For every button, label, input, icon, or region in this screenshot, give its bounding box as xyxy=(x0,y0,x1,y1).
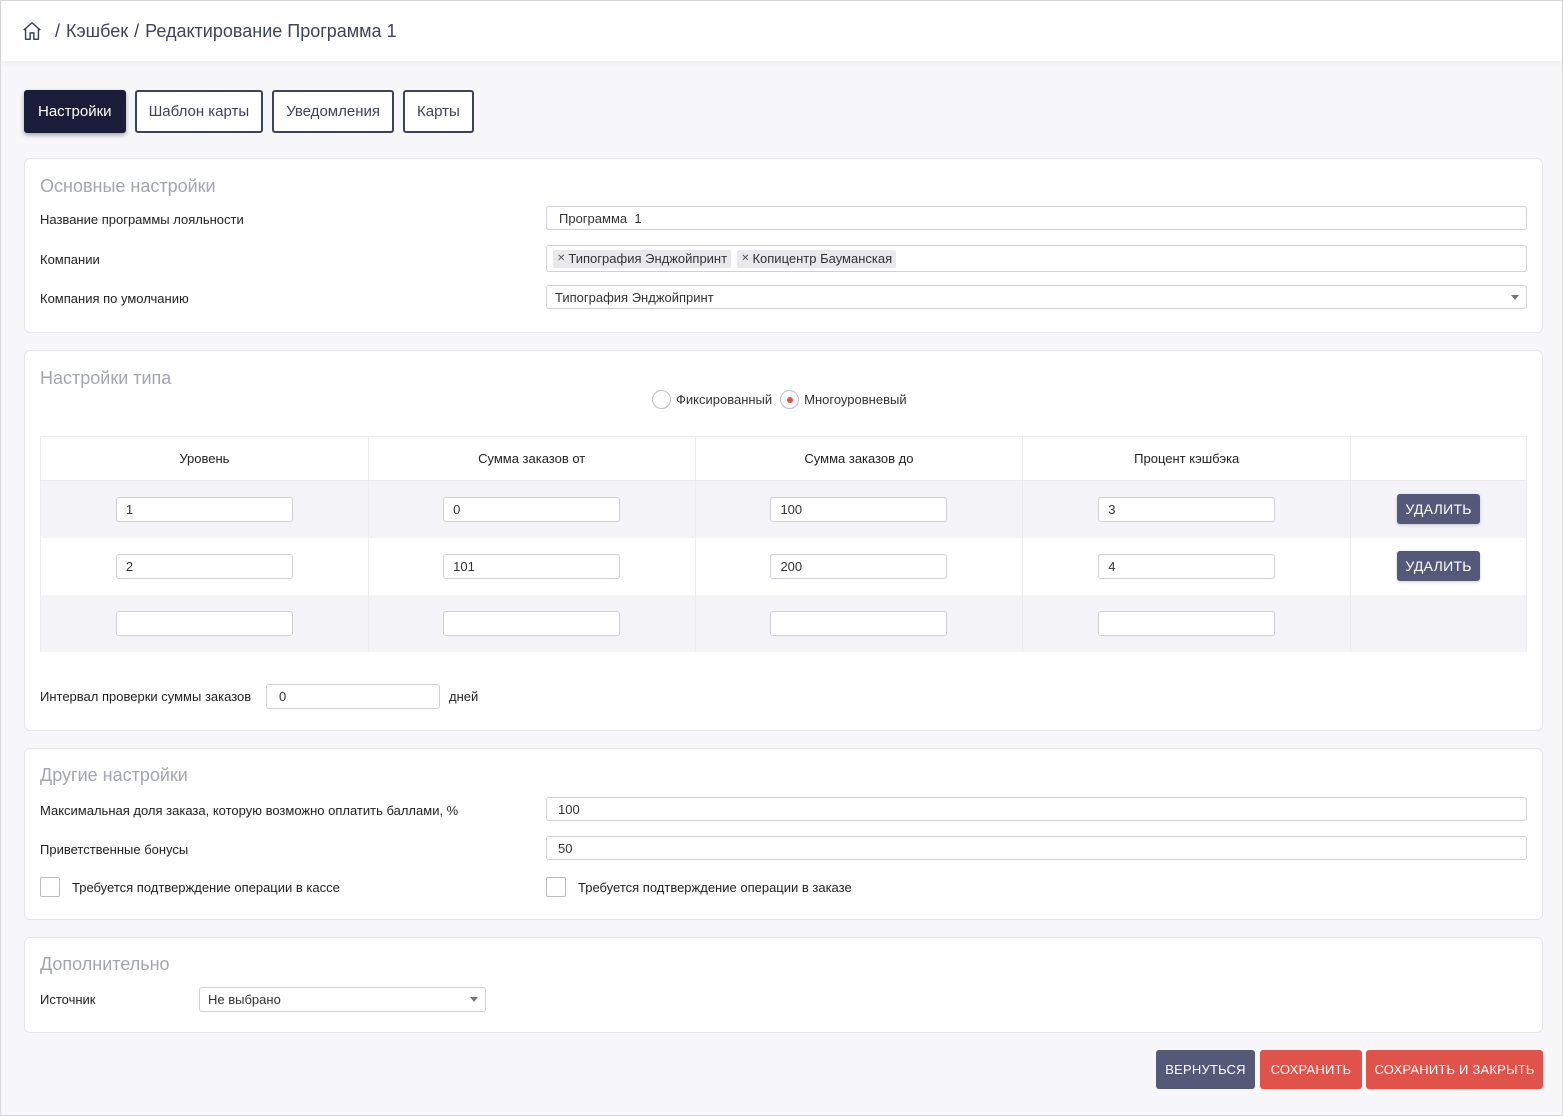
percent-input[interactable] xyxy=(1098,496,1276,522)
confirm-order-label: Требуется подтверждение операции в заказ… xyxy=(578,880,852,895)
welcome-bonus-input[interactable] xyxy=(546,836,1527,860)
default-company-label: Компания по умолчанию xyxy=(40,291,189,306)
back-button[interactable]: ВЕРНУТЬСЯ xyxy=(1156,1050,1255,1089)
column-header-cashback-percent: Процент кэшбэка xyxy=(1022,436,1352,481)
levels-table: Уровень Сумма заказов от Сумма заказов д… xyxy=(40,436,1527,652)
radio-fixed[interactable] xyxy=(652,390,671,409)
sum-from-input[interactable] xyxy=(443,496,621,522)
radio-fixed-label: Фиксированный xyxy=(676,392,773,407)
table-row: УДАЛИТЬ xyxy=(40,537,1527,595)
welcome-bonus-label: Приветственные бонусы xyxy=(40,842,189,857)
column-header-actions xyxy=(1350,436,1527,481)
source-value: Не выбрано xyxy=(208,992,281,1007)
company-tag: ✕ Копицентр Бауманская xyxy=(737,249,897,268)
percent-input[interactable] xyxy=(1098,610,1276,636)
save-and-close-button[interactable]: СОХРАНИТЬ И ЗАКРЫТЬ xyxy=(1366,1050,1543,1089)
sum-to-input[interactable] xyxy=(770,496,948,522)
table-row-new xyxy=(40,594,1527,652)
tab-settings[interactable]: Настройки xyxy=(24,90,126,133)
column-header-level: Уровень xyxy=(40,436,369,481)
chevron-down-icon xyxy=(470,997,478,1002)
other-settings-title: Другие настройки xyxy=(40,765,188,785)
source-select[interactable]: Не выбрано xyxy=(199,987,486,1012)
tab-cards[interactable]: Карты xyxy=(402,90,474,133)
company-tag-label: Копицентр Бауманская xyxy=(752,251,893,266)
sum-to-input[interactable] xyxy=(770,610,948,636)
companies-label: Компании xyxy=(40,252,100,267)
type-radio-group: Фиксированный Многоуровневый xyxy=(652,390,907,409)
confirm-register-label: Требуется подтверждение операции в кассе xyxy=(72,880,340,895)
table-row: УДАЛИТЬ xyxy=(40,480,1527,538)
sum-to-input[interactable] xyxy=(770,553,948,579)
breadcrumb-cashback[interactable]: Кэшбек xyxy=(66,21,128,42)
breadcrumb-separator: / xyxy=(55,20,61,41)
main-settings-title: Основные настройки xyxy=(40,176,216,196)
radio-multilevel[interactable] xyxy=(780,390,800,409)
breadcrumb-current: Редактирование Программа 1 xyxy=(145,20,397,41)
level-input[interactable] xyxy=(115,553,293,579)
remove-tag-icon[interactable]: ✕ xyxy=(557,253,565,264)
breadcrumb: / Кэшбек / Редактирование Программа 1 xyxy=(1,1,1562,61)
default-company-value: Типография Энджойпринт xyxy=(555,289,714,305)
confirm-register-checkbox[interactable] xyxy=(40,877,60,897)
save-button[interactable]: СОХРАНИТЬ xyxy=(1260,1050,1362,1089)
interval-unit: дней xyxy=(449,689,479,704)
program-name-label: Название программы лояльности xyxy=(40,212,244,227)
column-header-sum-from: Сумма заказов от xyxy=(367,436,696,481)
type-settings-card: Настройки типа Фиксированный Многоуровне… xyxy=(24,350,1543,731)
breadcrumb-separator: / xyxy=(134,20,140,41)
interval-input[interactable] xyxy=(266,684,440,709)
radio-multilevel-label: Многоуровневый xyxy=(804,392,907,407)
company-tag: ✕ Типография Энджойпринт xyxy=(553,249,732,268)
home-icon[interactable] xyxy=(21,20,43,42)
tab-card-template[interactable]: Шаблон карты xyxy=(134,90,264,133)
delete-row-button[interactable]: УДАЛИТЬ xyxy=(1397,551,1481,581)
column-header-sum-to: Сумма заказов до xyxy=(694,436,1024,481)
sum-from-input[interactable] xyxy=(443,610,621,636)
source-label: Источник xyxy=(40,992,96,1007)
level-input[interactable] xyxy=(115,610,293,636)
delete-row-button[interactable]: УДАЛИТЬ xyxy=(1397,494,1481,525)
tab-notifications[interactable]: Уведомления xyxy=(272,90,394,133)
confirm-order-checkbox[interactable] xyxy=(546,877,566,897)
companies-multiselect[interactable]: ✕ Типография Энджойпринт ✕ Копицентр Бау… xyxy=(546,245,1527,272)
interval-label: Интервал проверки суммы заказов xyxy=(40,689,252,704)
chevron-down-icon xyxy=(1511,295,1519,300)
other-settings-card: Другие настройки Максимальная доля заказ… xyxy=(24,748,1543,920)
tab-bar: Настройки Шаблон карты Уведомления Карты xyxy=(24,90,474,133)
percent-input[interactable] xyxy=(1098,553,1276,579)
additional-title: Дополнительно xyxy=(40,954,170,974)
level-input[interactable] xyxy=(115,496,293,522)
remove-tag-icon[interactable]: ✕ xyxy=(741,253,749,264)
additional-card: Дополнительно Источник Не выбрано xyxy=(24,937,1543,1033)
sum-from-input[interactable] xyxy=(443,553,621,579)
type-settings-title: Настройки типа xyxy=(40,368,172,388)
max-share-label: Максимальная доля заказа, которую возмож… xyxy=(40,803,459,818)
main-settings-card: Основные настройки Название программы ло… xyxy=(24,158,1543,333)
default-company-select[interactable]: Типография Энджойпринт xyxy=(546,285,1527,309)
program-name-input[interactable] xyxy=(546,206,1527,230)
max-share-input[interactable] xyxy=(546,797,1527,821)
company-tag-label: Типография Энджойпринт xyxy=(568,251,728,266)
